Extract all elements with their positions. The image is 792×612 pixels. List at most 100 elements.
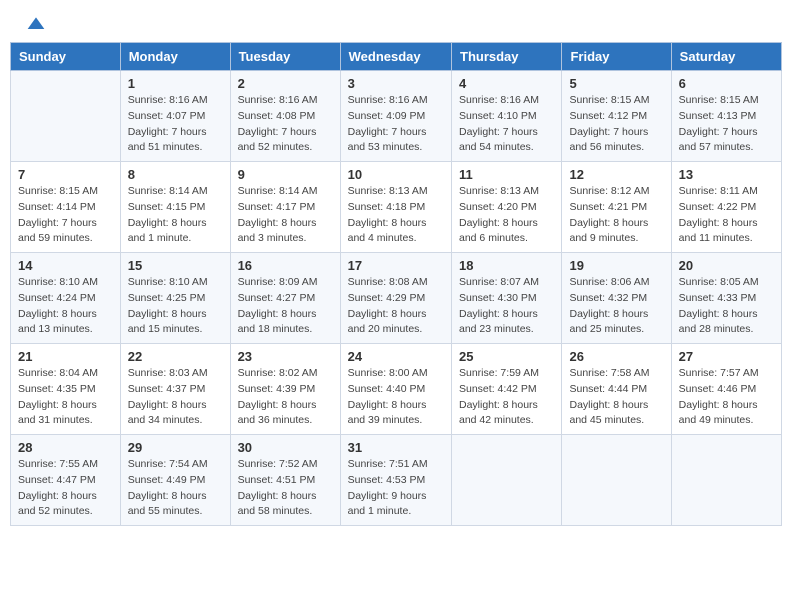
day-info: Sunrise: 8:14 AMSunset: 4:17 PMDaylight:…: [238, 184, 333, 247]
calendar-cell: [562, 435, 671, 526]
day-info: Sunrise: 8:10 AMSunset: 4:25 PMDaylight:…: [128, 275, 223, 338]
day-info: Sunrise: 8:11 AMSunset: 4:22 PMDaylight:…: [679, 184, 774, 247]
calendar-cell: 12Sunrise: 8:12 AMSunset: 4:21 PMDayligh…: [562, 162, 671, 253]
day-info: Sunrise: 7:54 AMSunset: 4:49 PMDaylight:…: [128, 457, 223, 520]
calendar-header-row: SundayMondayTuesdayWednesdayThursdayFrid…: [11, 43, 782, 71]
page-header: [0, 0, 792, 42]
day-info: Sunrise: 8:13 AMSunset: 4:20 PMDaylight:…: [459, 184, 554, 247]
calendar-cell: 24 Sunrise: 8:00 AMSunset: 4:40 PMDayligh…: [340, 344, 451, 435]
calendar-cell: 22 Sunrise: 8:03 AMSunset: 4:37 PMDayligh…: [120, 344, 230, 435]
day-number: 10: [348, 167, 444, 182]
calendar-cell: 16 Sunrise: 8:09 AMSunset: 4:27 PMDayligh…: [230, 253, 340, 344]
day-number: 26: [569, 349, 663, 364]
day-number: 31: [348, 440, 444, 455]
weekday-header-saturday: Saturday: [671, 43, 781, 71]
day-number: 22: [128, 349, 223, 364]
day-info: Sunrise: 7:58 AMSunset: 4:44 PMDaylight:…: [569, 366, 663, 429]
calendar-cell: 25Sunrise: 7:59 AMSunset: 4:42 PMDayligh…: [452, 344, 562, 435]
day-info: Sunrise: 8:13 AMSunset: 4:18 PMDaylight:…: [348, 184, 444, 247]
day-info: Sunrise: 7:51 AMSunset: 4:53 PMDaylight:…: [348, 457, 444, 520]
weekday-header-friday: Friday: [562, 43, 671, 71]
calendar-cell: 14 Sunrise: 8:10 AMSunset: 4:24 PMDayligh…: [11, 253, 121, 344]
day-number: 23: [238, 349, 333, 364]
calendar-cell: 19 Sunrise: 8:06 AMSunset: 4:32 PMDayligh…: [562, 253, 671, 344]
day-number: 24: [348, 349, 444, 364]
day-info: Sunrise: 8:03 AMSunset: 4:37 PMDaylight:…: [128, 366, 223, 429]
day-info: Sunrise: 8:16 AMSunset: 4:10 PMDaylight:…: [459, 93, 554, 156]
calendar-cell: 2 Sunrise: 8:16 AMSunset: 4:08 PMDaylight…: [230, 71, 340, 162]
calendar-cell: 31 Sunrise: 7:51 AMSunset: 4:53 PMDayligh…: [340, 435, 451, 526]
calendar-cell: 20 Sunrise: 8:05 AMSunset: 4:33 PMDayligh…: [671, 253, 781, 344]
weekday-header-tuesday: Tuesday: [230, 43, 340, 71]
day-info: Sunrise: 8:14 AMSunset: 4:15 PMDaylight:…: [128, 184, 223, 247]
calendar-cell: 1 Sunrise: 8:16 AMSunset: 4:07 PMDaylight…: [120, 71, 230, 162]
calendar-cell: 29 Sunrise: 7:54 AMSunset: 4:49 PMDayligh…: [120, 435, 230, 526]
day-info: Sunrise: 7:52 AMSunset: 4:51 PMDaylight:…: [238, 457, 333, 520]
calendar-cell: 27 Sunrise: 7:57 AMSunset: 4:46 PMDayligh…: [671, 344, 781, 435]
day-number: 7: [18, 167, 113, 182]
day-info: Sunrise: 8:10 AMSunset: 4:24 PMDaylight:…: [18, 275, 113, 338]
day-number: 28: [18, 440, 113, 455]
day-number: 3: [348, 76, 444, 91]
day-number: 11: [459, 167, 554, 182]
day-info: Sunrise: 8:05 AMSunset: 4:33 PMDaylight:…: [679, 275, 774, 338]
day-info: Sunrise: 8:12 AMSunset: 4:21 PMDaylight:…: [569, 184, 663, 247]
logo: [24, 18, 46, 34]
calendar-cell: 5Sunrise: 8:15 AMSunset: 4:12 PMDaylight…: [562, 71, 671, 162]
weekday-header-sunday: Sunday: [11, 43, 121, 71]
day-info: Sunrise: 8:15 AMSunset: 4:14 PMDaylight:…: [18, 184, 113, 247]
day-info: Sunrise: 8:08 AMSunset: 4:29 PMDaylight:…: [348, 275, 444, 338]
day-number: 19: [569, 258, 663, 273]
day-number: 2: [238, 76, 333, 91]
day-info: Sunrise: 7:55 AMSunset: 4:47 PMDaylight:…: [18, 457, 113, 520]
day-number: 13: [679, 167, 774, 182]
day-number: 18: [459, 258, 554, 273]
day-number: 4: [459, 76, 554, 91]
calendar-cell: 9 Sunrise: 8:14 AMSunset: 4:17 PMDaylight…: [230, 162, 340, 253]
calendar-week-row: 28 Sunrise: 7:55 AMSunset: 4:47 PMDayligh…: [11, 435, 782, 526]
day-info: Sunrise: 8:07 AMSunset: 4:30 PMDaylight:…: [459, 275, 554, 338]
calendar-wrapper: SundayMondayTuesdayWednesdayThursdayFrid…: [0, 42, 792, 536]
day-info: Sunrise: 8:00 AMSunset: 4:40 PMDaylight:…: [348, 366, 444, 429]
day-info: Sunrise: 8:09 AMSunset: 4:27 PMDaylight:…: [238, 275, 333, 338]
calendar-cell: 13 Sunrise: 8:11 AMSunset: 4:22 PMDayligh…: [671, 162, 781, 253]
calendar-cell: 4 Sunrise: 8:16 AMSunset: 4:10 PMDaylight…: [452, 71, 562, 162]
weekday-header-wednesday: Wednesday: [340, 43, 451, 71]
day-number: 16: [238, 258, 333, 273]
calendar-cell: 6Sunrise: 8:15 AMSunset: 4:13 PMDaylight…: [671, 71, 781, 162]
weekday-header-thursday: Thursday: [452, 43, 562, 71]
day-number: 1: [128, 76, 223, 91]
day-info: Sunrise: 8:04 AMSunset: 4:35 PMDaylight:…: [18, 366, 113, 429]
day-number: 17: [348, 258, 444, 273]
calendar-cell: 7 Sunrise: 8:15 AMSunset: 4:14 PMDaylight…: [11, 162, 121, 253]
day-number: 9: [238, 167, 333, 182]
day-info: Sunrise: 7:57 AMSunset: 4:46 PMDaylight:…: [679, 366, 774, 429]
day-number: 5: [569, 76, 663, 91]
day-number: 20: [679, 258, 774, 273]
calendar-cell: 23Sunrise: 8:02 AMSunset: 4:39 PMDayligh…: [230, 344, 340, 435]
calendar-cell: 18 Sunrise: 8:07 AMSunset: 4:30 PMDayligh…: [452, 253, 562, 344]
calendar-cell: 15Sunrise: 8:10 AMSunset: 4:25 PMDayligh…: [120, 253, 230, 344]
day-number: 6: [679, 76, 774, 91]
calendar-week-row: 7 Sunrise: 8:15 AMSunset: 4:14 PMDaylight…: [11, 162, 782, 253]
day-info: Sunrise: 8:16 AMSunset: 4:08 PMDaylight:…: [238, 93, 333, 156]
day-number: 27: [679, 349, 774, 364]
day-number: 21: [18, 349, 113, 364]
calendar-cell: [671, 435, 781, 526]
calendar-cell: 28 Sunrise: 7:55 AMSunset: 4:47 PMDayligh…: [11, 435, 121, 526]
calendar-cell: 30Sunrise: 7:52 AMSunset: 4:51 PMDayligh…: [230, 435, 340, 526]
weekday-header-monday: Monday: [120, 43, 230, 71]
calendar-cell: [11, 71, 121, 162]
day-number: 14: [18, 258, 113, 273]
calendar-week-row: 14 Sunrise: 8:10 AMSunset: 4:24 PMDayligh…: [11, 253, 782, 344]
calendar-cell: 8 Sunrise: 8:14 AMSunset: 4:15 PMDaylight…: [120, 162, 230, 253]
day-info: Sunrise: 8:16 AMSunset: 4:07 PMDaylight:…: [128, 93, 223, 156]
day-number: 29: [128, 440, 223, 455]
day-number: 8: [128, 167, 223, 182]
calendar-cell: 17 Sunrise: 8:08 AMSunset: 4:29 PMDayligh…: [340, 253, 451, 344]
day-info: Sunrise: 8:06 AMSunset: 4:32 PMDaylight:…: [569, 275, 663, 338]
calendar-cell: 26 Sunrise: 7:58 AMSunset: 4:44 PMDayligh…: [562, 344, 671, 435]
calendar-week-row: 1 Sunrise: 8:16 AMSunset: 4:07 PMDaylight…: [11, 71, 782, 162]
logo-icon: [26, 14, 46, 34]
calendar-week-row: 21 Sunrise: 8:04 AMSunset: 4:35 PMDayligh…: [11, 344, 782, 435]
